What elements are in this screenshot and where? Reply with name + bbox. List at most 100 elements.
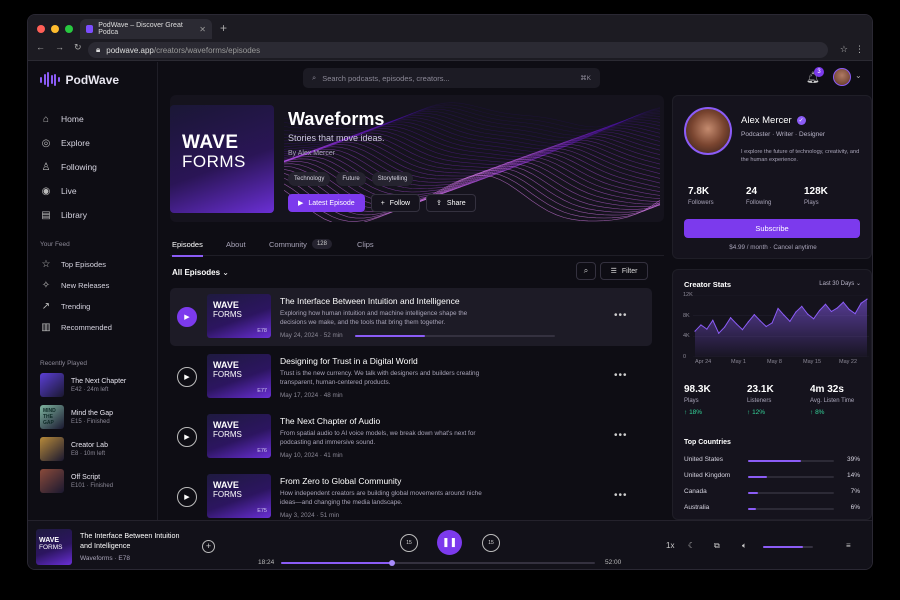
- seek-bar[interactable]: [281, 560, 595, 566]
- date-range-dropdown[interactable]: Last 30 Days ⌄: [819, 280, 861, 287]
- skip-forward-button[interactable]: 15: [482, 534, 500, 552]
- recent-meta: E8 · 10m left: [71, 450, 106, 457]
- episode-thumbnail: WAVE FORMS E76: [207, 414, 271, 458]
- share-button[interactable]: ⇪ Share: [426, 194, 476, 212]
- more-options-icon[interactable]: •••: [614, 430, 628, 441]
- recent-item[interactable]: Creator Lab E8 · 10m left: [40, 437, 145, 461]
- episode-play-button[interactable]: ▶: [177, 307, 197, 327]
- tab-community[interactable]: Community 128: [269, 232, 332, 256]
- episode-title[interactable]: The Next Chapter of Audio: [280, 416, 380, 426]
- reload-icon[interactable]: ↻: [74, 42, 82, 53]
- latest-episode-button[interactable]: ▶ Latest Episode: [288, 194, 365, 212]
- back-icon[interactable]: ←: [36, 42, 45, 53]
- recently-played-list: The Next Chapter E42 · 24m left MIND THE G…: [40, 373, 145, 493]
- verified-icon: ✓: [796, 116, 806, 125]
- profile-stat[interactable]: 128K Plays: [804, 186, 854, 206]
- seek-handle[interactable]: [389, 560, 396, 566]
- episode-row[interactable]: ▶ WAVE FORMS E75 From Zero to Global Communi…: [170, 468, 652, 526]
- filter-button[interactable]: ☰ Filter: [600, 262, 648, 280]
- episode-title[interactable]: Designing for Trust in a Digital World: [280, 356, 418, 366]
- close-tab-icon[interactable]: ✕: [199, 25, 206, 34]
- plays-point: [795, 311, 797, 313]
- profile-stat[interactable]: 24 Following: [746, 186, 796, 206]
- more-options-icon[interactable]: •••: [614, 370, 628, 381]
- minimize-window-button[interactable]: [51, 25, 59, 33]
- maximize-window-button[interactable]: [65, 25, 73, 33]
- now-playing-thumbnail[interactable]: WAVE FORMS: [36, 529, 72, 565]
- latest-episode-label: Latest Episode: [308, 199, 355, 207]
- sleep-timer-moon-icon[interactable]: ☾: [688, 541, 695, 550]
- browser-tab[interactable]: PodWave – Discover Great Podca ✕: [80, 19, 212, 39]
- now-playing-title[interactable]: The Interface Between Intuition and Inte…: [80, 531, 192, 551]
- recent-thumbnail: [40, 437, 64, 461]
- recent-item[interactable]: MIND THE GAP Mind the Gap E15 · Finished: [40, 405, 145, 429]
- tab-about[interactable]: About: [226, 232, 246, 256]
- episode-play-button[interactable]: ▶: [177, 487, 197, 507]
- sidebar-item-library[interactable]: ▤ Library: [40, 203, 145, 227]
- episode-meta: May 10, 2024 · 41 min: [280, 452, 343, 459]
- episode-row[interactable]: ▶ WAVE FORMS E78 The Interface Between Intui…: [170, 288, 652, 346]
- podcast-tag[interactable]: Future: [336, 172, 366, 186]
- feed-item-new-releases[interactable]: ✧ New Releases: [40, 275, 145, 296]
- plays-point: [813, 318, 815, 320]
- chevron-down-icon[interactable]: ⌄: [855, 71, 862, 80]
- more-options-icon[interactable]: •••: [614, 490, 628, 501]
- feed-item-recommended[interactable]: ▥ Recommended: [40, 317, 145, 338]
- search-input[interactable]: ⌕ Search podcasts, episodes, creators...…: [303, 68, 600, 88]
- address-bar[interactable]: 🔒︎ podwave.app/creators/waveforms/episod…: [88, 42, 828, 58]
- episode-title[interactable]: The Interface Between Intuition and Inte…: [280, 296, 460, 306]
- episode-title[interactable]: From Zero to Global Community: [280, 476, 401, 486]
- plays-point: [765, 325, 767, 328]
- episode-search-button[interactable]: ⌕: [576, 262, 596, 280]
- tab-episodes[interactable]: Episodes: [172, 232, 203, 257]
- episode-play-button[interactable]: ▶: [177, 367, 197, 387]
- add-to-library-button[interactable]: +: [202, 540, 215, 553]
- all-episodes-dropdown[interactable]: All Episodes ⌄: [172, 268, 229, 277]
- episode-play-button[interactable]: ▶: [177, 427, 197, 447]
- user-avatar[interactable]: [833, 68, 851, 86]
- new-tab-icon[interactable]: +: [220, 21, 227, 35]
- episode-row[interactable]: ▶ WAVE FORMS E77 Designing for Trust in a Di…: [170, 348, 652, 406]
- play-icon: ▶: [184, 434, 190, 441]
- skip-back-label: 15: [406, 540, 412, 546]
- volume-slider[interactable]: [763, 546, 813, 548]
- episode-row[interactable]: ▶ WAVE FORMS E76 The Next Chapter of Audio Fr…: [170, 408, 652, 466]
- feed-item-label: Top Episodes: [61, 260, 107, 269]
- recent-title: Creator Lab: [71, 441, 108, 449]
- creator-avatar[interactable]: [684, 107, 732, 155]
- bookmark-star-icon[interactable]: ☆: [840, 44, 848, 55]
- skip-back-button[interactable]: 15: [400, 534, 418, 552]
- subscribe-button[interactable]: Subscribe: [684, 219, 860, 238]
- feed-item-trending[interactable]: ↗ Trending: [40, 296, 145, 317]
- player-bar: WAVE FORMS The Interface Between Intuiti…: [28, 520, 872, 569]
- cast-icon[interactable]: ⧉: [714, 541, 720, 551]
- follow-button[interactable]: + Follow: [370, 194, 421, 212]
- podcast-tag[interactable]: Storytelling: [371, 172, 414, 186]
- profile-stat[interactable]: 7.8K Followers: [688, 186, 738, 206]
- podcast-author[interactable]: By Alex Mercer: [288, 150, 335, 157]
- tab-clips[interactable]: Clips: [357, 232, 374, 256]
- recent-title: Off Script: [71, 473, 101, 481]
- browser-menu-icon[interactable]: ⋮: [855, 44, 864, 55]
- podcast-tag[interactable]: Technology: [288, 172, 331, 186]
- close-window-button[interactable]: [37, 25, 45, 33]
- feed-heading: Your Feed: [40, 241, 70, 248]
- podcast-cover[interactable]: WAVE FORMS: [170, 105, 274, 213]
- playback-speed-button[interactable]: 1x: [666, 541, 674, 550]
- sidebar-item-explore[interactable]: ◎ Explore: [40, 131, 145, 155]
- tab-label: Episodes: [172, 239, 203, 249]
- sidebar-item-following[interactable]: ♙ Following: [40, 155, 145, 179]
- recent-item[interactable]: Off Script E101 · Finished: [40, 469, 145, 493]
- app-logo[interactable]: PodWave: [40, 72, 145, 87]
- volume-icon[interactable]: 🔈︎: [742, 541, 747, 551]
- feed-item-top-episodes[interactable]: ☆ Top Episodes: [40, 254, 145, 275]
- queue-icon[interactable]: ≡: [846, 541, 851, 550]
- sidebar-item-home[interactable]: ⌂ Home: [40, 107, 145, 131]
- forward-icon[interactable]: →: [55, 42, 64, 53]
- sidebar-item-live[interactable]: ◉ Live: [40, 179, 145, 203]
- recent-item[interactable]: The Next Chapter E42 · 24m left: [40, 373, 145, 397]
- pause-button[interactable]: ❚❚: [437, 530, 462, 555]
- plays-point: [706, 328, 708, 330]
- more-options-icon[interactable]: •••: [614, 310, 628, 321]
- creator-name[interactable]: Alex Mercer: [741, 115, 792, 126]
